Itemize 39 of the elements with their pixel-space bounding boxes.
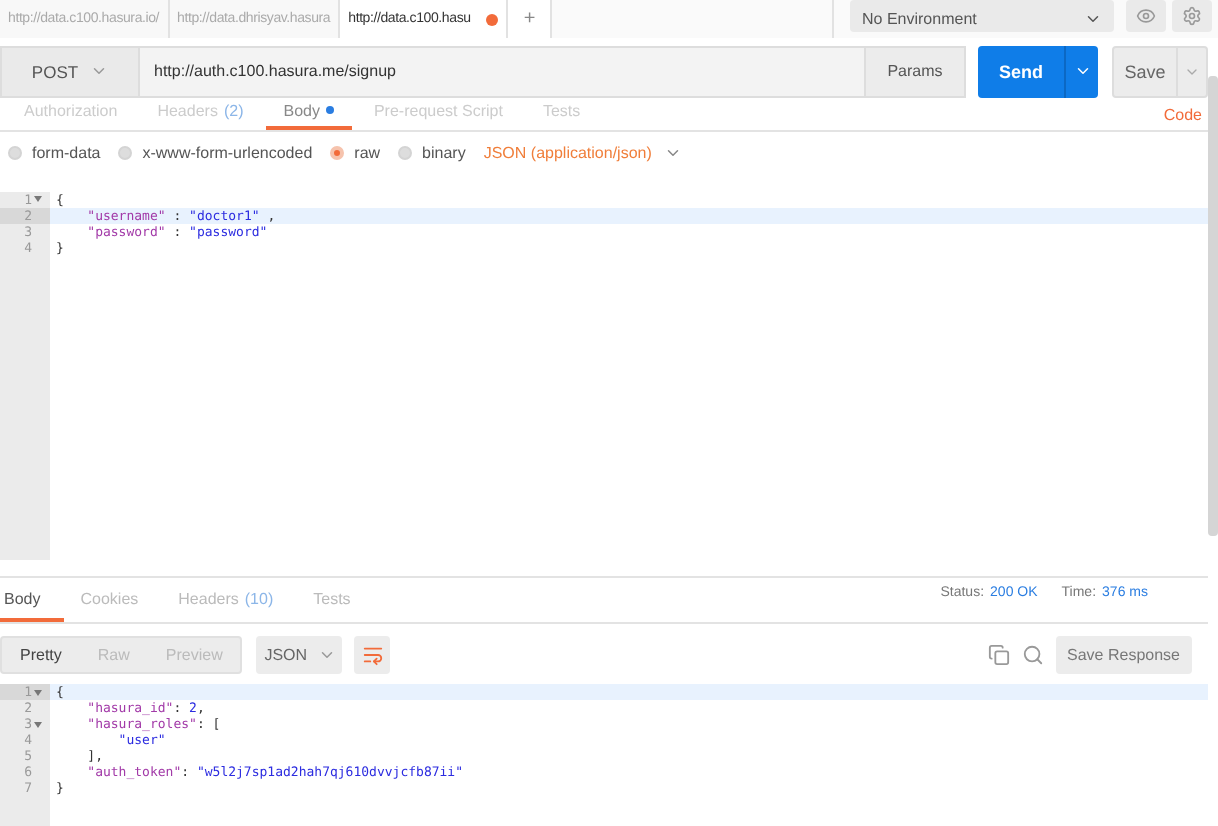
params-button[interactable]: Params: [866, 46, 966, 98]
response-tab[interactable]: Headers (10): [174, 590, 298, 623]
send-button[interactable]: Send: [978, 46, 1098, 98]
save-button[interactable]: Save: [1112, 46, 1208, 98]
fold-triangle-icon[interactable]: [34, 689, 42, 696]
radio-button[interactable]: [8, 146, 22, 161]
search-icon[interactable]: [1021, 643, 1044, 666]
response-tab[interactable]: Body: [0, 590, 65, 623]
response-tab[interactable]: Tests: [309, 590, 375, 623]
eye-icon: [1136, 6, 1156, 26]
new-tab-button[interactable]: +: [508, 0, 553, 38]
radio-label: binary: [422, 144, 466, 163]
radio-button[interactable]: [118, 146, 133, 161]
url-field[interactable]: http://auth.c100.hasura.me/signup: [140, 46, 866, 98]
format-select[interactable]: JSON: [256, 635, 343, 674]
response-tab[interactable]: Cookies: [76, 590, 163, 623]
radio-label: x-www-form-urlencoded: [142, 144, 313, 163]
save-response-button[interactable]: Save Response: [1055, 635, 1192, 674]
environment-select[interactable]: No Environment: [850, 0, 1114, 32]
settings-icon: [1182, 6, 1202, 26]
view-mode-tab[interactable]: Pretty: [2, 637, 80, 672]
unsaved-dot-icon: [486, 13, 499, 25]
scrollbar[interactable]: [1208, 76, 1218, 536]
chevron-icon: [1084, 10, 1102, 28]
radio-button[interactable]: [330, 146, 345, 161]
code-link[interactable]: Code: [1163, 105, 1202, 130]
radio-label: form-data: [32, 144, 101, 163]
request-tab[interactable]: Body: [265, 101, 352, 130]
radio-button[interactable]: [398, 146, 413, 161]
wrap-text-icon: [361, 643, 384, 666]
fold-triangle-icon[interactable]: [34, 721, 42, 728]
wrap-button[interactable]: [354, 635, 391, 674]
fold-triangle-icon[interactable]: [34, 196, 42, 203]
settings-button[interactable]: [1172, 0, 1212, 32]
eye-button[interactable]: [1126, 0, 1166, 32]
method-select[interactable]: POST: [0, 46, 140, 98]
copy-icon[interactable]: [987, 643, 1010, 666]
radio-label: raw: [354, 144, 381, 163]
content-type-select[interactable]: JSON (application/json): [483, 144, 682, 163]
